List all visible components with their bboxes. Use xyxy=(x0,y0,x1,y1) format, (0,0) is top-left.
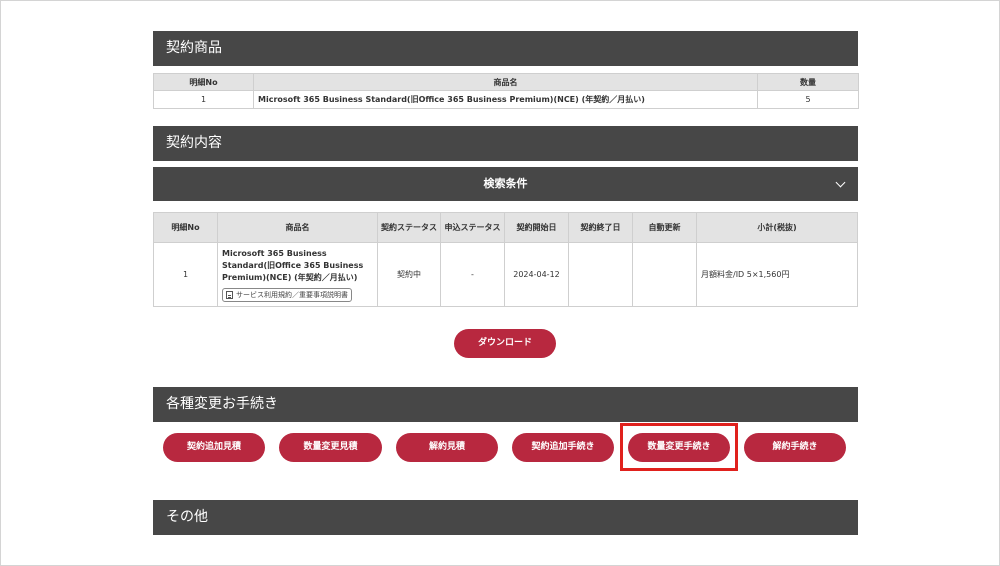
column-header: 明細No xyxy=(153,73,254,91)
column-header: 商品名 xyxy=(217,212,378,243)
product-name: Microsoft 365 Business Standard(旧Office … xyxy=(222,248,364,282)
contract-details-table: 明細No 商品名 契約ステータス 申込ステータス 契約開始日 契約終了日 自動更… xyxy=(153,212,858,307)
cell-no: 1 xyxy=(153,242,218,307)
download-button[interactable]: ダウンロード xyxy=(454,329,556,358)
column-header: 申込ステータス xyxy=(440,212,505,243)
cell-application-status: - xyxy=(440,242,505,307)
other-title: その他 xyxy=(166,509,208,525)
cell-contract-status: 契約中 xyxy=(377,242,441,307)
table-header-row: 明細No 商品名 契約ステータス 申込ステータス 契約開始日 契約終了日 自動更… xyxy=(153,212,858,243)
terms-document-link[interactable]: サービス利用規約／重要事項説明書 xyxy=(222,287,352,302)
column-header: 商品名 xyxy=(253,73,758,91)
terms-document-label: サービス利用規約／重要事項説明書 xyxy=(236,290,348,299)
column-header: 自動更新 xyxy=(632,212,697,243)
contract-products-header: 契約商品 xyxy=(153,31,858,66)
cancellation-quote-button[interactable]: 解約見積 xyxy=(396,433,498,462)
contract-products-title: 契約商品 xyxy=(166,40,222,56)
add-contract-quote-button[interactable]: 契約追加見積 xyxy=(163,433,265,462)
table-row: 1 Microsoft 365 Business Standard(旧Offic… xyxy=(153,90,859,109)
procedures-header: 各種変更お手続き xyxy=(153,387,858,422)
document-icon xyxy=(226,290,233,299)
cell-no: 1 xyxy=(153,90,254,109)
cell-product-name: Microsoft 365 Business Standard(旧Office … xyxy=(253,90,758,109)
cell-start-date: 2024-04-12 xyxy=(504,242,569,307)
contract-details-header: 契約内容 xyxy=(153,126,858,161)
table-row: 1 Microsoft 365 Business Standard(旧Offic… xyxy=(153,242,858,307)
cell-product: Microsoft 365 Business Standard(旧Office … xyxy=(217,242,378,307)
cell-end-date xyxy=(568,242,633,307)
contract-products-table: 明細No 商品名 数量 1 Microsoft 365 Business Sta… xyxy=(153,73,859,109)
search-conditions-label: 検索条件 xyxy=(483,177,528,190)
contract-details-title: 契約内容 xyxy=(166,135,222,151)
column-header: 契約ステータス xyxy=(377,212,441,243)
column-header: 契約開始日 xyxy=(504,212,569,243)
cell-auto-renew xyxy=(632,242,697,307)
other-header: その他 xyxy=(153,500,858,535)
column-header: 数量 xyxy=(757,73,859,91)
add-contract-procedure-button[interactable]: 契約追加手続き xyxy=(512,433,614,462)
procedures-title: 各種変更お手続き xyxy=(166,396,278,412)
chevron-down-icon xyxy=(835,177,846,188)
search-conditions-toggle[interactable]: 検索条件 xyxy=(153,167,858,201)
cell-quantity: 5 xyxy=(757,90,859,109)
column-header: 明細No xyxy=(153,212,218,243)
cell-subtotal: 月額料金/ID 5×1,560円 xyxy=(696,242,858,307)
highlight-box xyxy=(620,423,738,471)
cancellation-procedure-button[interactable]: 解約手続き xyxy=(744,433,846,462)
quantity-change-quote-button[interactable]: 数量変更見積 xyxy=(279,433,382,462)
table-header-row: 明細No 商品名 数量 xyxy=(153,73,859,91)
column-header: 小計(税抜) xyxy=(696,212,858,243)
column-header: 契約終了日 xyxy=(568,212,633,243)
